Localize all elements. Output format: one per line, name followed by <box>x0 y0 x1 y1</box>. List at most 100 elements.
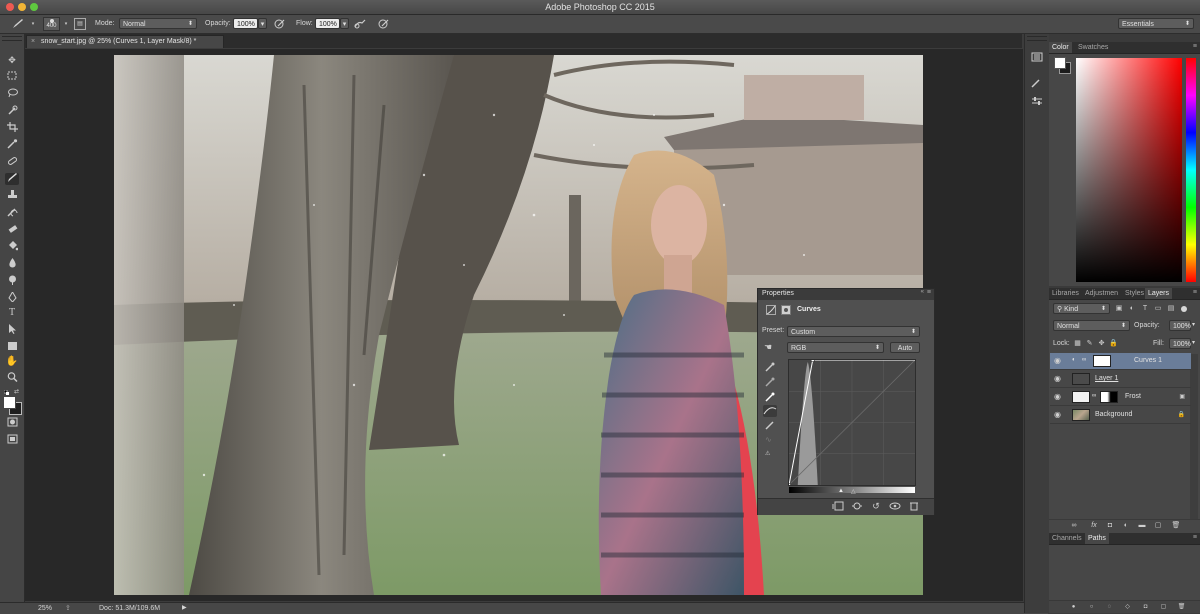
default-colors-icon[interactable] <box>3 389 9 395</box>
eyedropper-tool-icon[interactable] <box>5 139 19 151</box>
curve-control-point[interactable] <box>787 483 791 487</box>
tab-adjustments[interactable]: Adjustmen <box>1082 288 1121 299</box>
curve-control-point[interactable] <box>810 358 815 362</box>
lock-pixels-icon[interactable]: ✎ <box>1085 339 1094 349</box>
visibility-eye-icon[interactable]: ◉ <box>1054 356 1061 365</box>
pressure-size-icon[interactable] <box>378 19 390 31</box>
zoom-level[interactable]: 25% <box>38 603 52 614</box>
reset-icon[interactable]: ↺ <box>870 501 882 511</box>
workspace-switcher[interactable]: Essentials ⬍ <box>1118 18 1194 29</box>
sample-black-point-icon[interactable] <box>765 362 777 374</box>
foreground-color-chip[interactable] <box>1054 57 1066 69</box>
layer-row-frost[interactable]: ◉ ∞ Frost ▣ <box>1050 389 1191 406</box>
chevron-down-icon[interactable]: ▾ <box>1192 320 1195 331</box>
healing-brush-tool-icon[interactable] <box>5 156 19 168</box>
history-panel-icon[interactable] <box>1031 52 1043 64</box>
draw-curve-pencil-icon[interactable] <box>765 420 777 432</box>
adjustment-sliders-icon[interactable] <box>1031 96 1043 108</box>
layer-row-layer1[interactable]: ◉ Layer 1 <box>1050 371 1191 388</box>
layer-thumbnail[interactable] <box>1072 391 1090 403</box>
filter-adjustment-icon[interactable]: ◐ <box>1127 304 1137 314</box>
eraser-tool-icon[interactable] <box>5 224 19 236</box>
layers-scrollbar[interactable] <box>1190 354 1198 524</box>
marquee-tool-icon[interactable] <box>5 71 19 83</box>
status-menu-icon[interactable]: ▶ <box>182 603 187 614</box>
panel-menu-icon[interactable]: ≡ <box>1193 43 1197 50</box>
clip-to-layer-icon[interactable] <box>832 501 844 513</box>
clone-stamp-tool-icon[interactable] <box>5 190 19 202</box>
tab-color[interactable]: Color <box>1049 42 1072 53</box>
blend-mode-select[interactable]: Normal ⬍ <box>1053 320 1130 331</box>
chevron-down-icon[interactable]: ▾ <box>30 19 36 29</box>
toolbar-grip[interactable] <box>2 36 22 41</box>
lock-transparent-icon[interactable]: ▦ <box>1073 339 1082 349</box>
rectangle-tool-icon[interactable] <box>5 341 19 353</box>
tab-styles[interactable]: Styles <box>1122 288 1147 299</box>
brush-presets-icon[interactable] <box>1031 78 1043 90</box>
path-selection-tool-icon[interactable] <box>5 324 19 336</box>
panel-menu-icon[interactable]: ≡ <box>1193 534 1197 541</box>
layer-name[interactable]: Layer 1 <box>1095 375 1118 382</box>
brush-panel-toggle-icon[interactable]: ▤ <box>74 18 86 30</box>
screen-mode-icon[interactable] <box>5 434 19 446</box>
new-layer-icon[interactable]: ▢ <box>1153 521 1163 531</box>
hand-tool-icon[interactable]: ✋ <box>5 356 19 368</box>
add-mask-icon[interactable]: ◘ <box>1141 602 1150 612</box>
export-icon[interactable]: ⇪ <box>65 603 71 614</box>
trash-icon[interactable]: 🗑 <box>1177 602 1186 612</box>
chain-link-icon[interactable]: ∞ <box>1092 393 1096 399</box>
preset-select[interactable]: Custom ⬍ <box>787 326 920 337</box>
opacity-slider-toggle[interactable]: ▾ <box>258 18 267 29</box>
white-input-slider-icon[interactable]: △ <box>851 488 856 495</box>
flow-slider-toggle[interactable]: ▾ <box>340 18 349 29</box>
panel-menu-icon[interactable]: ≡ <box>1193 289 1197 296</box>
edit-points-curve-icon[interactable] <box>763 405 777 417</box>
filter-smart-object-icon[interactable]: ▤ <box>1166 304 1176 314</box>
flow-value[interactable]: 100% <box>319 21 337 28</box>
new-group-icon[interactable]: ▬ <box>1137 521 1147 531</box>
visibility-eye-icon[interactable]: ◉ <box>1054 410 1061 419</box>
visibility-eye-icon[interactable]: ◉ <box>1054 392 1061 401</box>
collapse-icon[interactable]: « <box>921 289 924 295</box>
layer-filter-select[interactable]: ⚲ Kind ⬍ <box>1053 303 1110 314</box>
layer-name[interactable]: Frost <box>1125 393 1141 400</box>
layer-name[interactable]: Background <box>1095 411 1132 418</box>
filter-toggle-icon[interactable] <box>1181 306 1187 312</box>
chain-link-icon[interactable]: ∞ <box>1082 357 1086 363</box>
history-brush-tool-icon[interactable] <box>5 207 19 219</box>
fill-path-icon[interactable]: ● <box>1069 602 1078 612</box>
make-work-path-icon[interactable]: ◇ <box>1123 602 1132 612</box>
color-saturation-field[interactable] <box>1076 58 1182 282</box>
layer-mask-icon[interactable] <box>781 305 791 315</box>
pressure-opacity-icon[interactable] <box>274 19 286 31</box>
crop-tool-icon[interactable] <box>5 122 19 134</box>
layer-mask-thumbnail[interactable] <box>1093 355 1111 367</box>
tab-libraries[interactable]: Libraries <box>1049 288 1082 299</box>
paint-bucket-tool-icon[interactable] <box>5 241 19 253</box>
dodge-tool-icon[interactable] <box>5 275 19 287</box>
lock-position-icon[interactable]: ✥ <box>1097 339 1106 349</box>
layer-row-curves[interactable]: ◉ ◐ ∞ Curves 1 <box>1050 353 1191 370</box>
hue-slider[interactable] <box>1186 58 1196 282</box>
visibility-eye-icon[interactable]: ◉ <box>1054 374 1061 383</box>
tab-paths[interactable]: Paths <box>1085 533 1109 544</box>
tab-layers[interactable]: Layers <box>1145 288 1173 299</box>
filter-type-icon[interactable]: T <box>1140 304 1150 314</box>
blur-tool-icon[interactable] <box>5 258 19 270</box>
lasso-tool-icon[interactable] <box>5 88 19 100</box>
close-icon[interactable]: × <box>31 38 35 45</box>
layer-row-background[interactable]: ◉ Background 🔒 <box>1050 407 1191 424</box>
layer-name[interactable]: Curves 1 <box>1134 357 1162 364</box>
new-adjustment-icon[interactable]: ◐ <box>1121 521 1131 531</box>
brush-tool-icon[interactable] <box>5 173 19 185</box>
panel-menu-icon[interactable]: ≡ <box>927 289 931 296</box>
swap-colors-icon[interactable]: ⇄ <box>14 389 20 395</box>
filter-shape-icon[interactable]: ▭ <box>1153 304 1163 314</box>
link-layers-icon[interactable]: ∞ <box>1069 521 1079 531</box>
quick-mask-icon[interactable] <box>5 417 19 429</box>
new-path-icon[interactable]: ▢ <box>1159 602 1168 612</box>
black-input-slider-icon[interactable]: ▲ <box>838 488 844 494</box>
pen-tool-icon[interactable] <box>5 291 19 304</box>
airbrush-icon[interactable] <box>354 19 366 31</box>
curves-graph[interactable] <box>787 358 916 487</box>
